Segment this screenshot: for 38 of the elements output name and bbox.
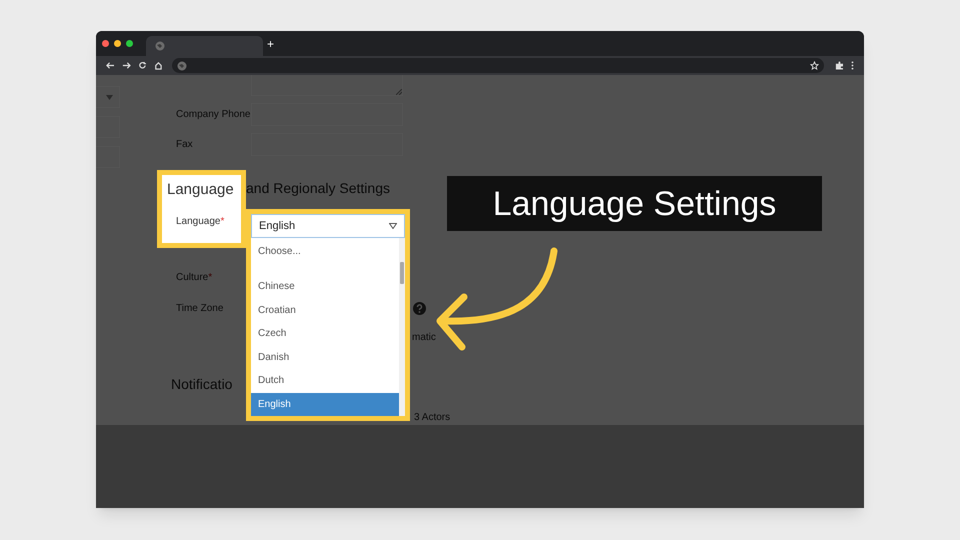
option-text: 3 Actors [414, 410, 450, 425]
required-asterisk: * [220, 215, 224, 229]
caret-icon [106, 94, 113, 100]
field-label: Time Zone [176, 302, 224, 316]
field-label: Culture [176, 271, 208, 286]
dropdown-option[interactable]: Croatian [251, 298, 399, 322]
field-label: Language [176, 215, 220, 229]
input-field[interactable] [96, 116, 120, 138]
star-icon[interactable] [810, 61, 820, 70]
caret-icon [389, 222, 397, 229]
scrollbar[interactable] [399, 238, 405, 416]
home-icon[interactable] [154, 61, 163, 70]
field-label: Company Phone [176, 108, 251, 122]
globe-icon [155, 41, 165, 51]
globe-icon [176, 60, 187, 70]
back-icon[interactable] [106, 61, 115, 70]
section-heading: Language [167, 180, 234, 200]
new-tab-button[interactable]: + [267, 38, 274, 50]
dropdown-option[interactable]: English [251, 392, 399, 416]
section-heading: Notificatio [171, 374, 232, 394]
input-field[interactable] [96, 146, 120, 168]
field-label: Fax [176, 138, 194, 152]
dropdown-option[interactable]: Czech [251, 322, 399, 346]
callout-title: Language Settings [492, 186, 776, 220]
dropdown-option[interactable]: Chinese [251, 275, 399, 298]
resize-grip-icon [396, 89, 402, 95]
dropdown-option[interactable]: Dutch [251, 369, 399, 392]
dropdown-option[interactable]: Danish [251, 346, 399, 369]
dropdown-field[interactable] [96, 86, 120, 108]
menu-icon[interactable] [851, 61, 854, 70]
required-asterisk: * [208, 271, 212, 286]
language-select[interactable]: English [251, 214, 405, 238]
section-heading: and Regionaly Settings [246, 179, 390, 198]
option-text: matic [412, 330, 436, 345]
puzzle-icon[interactable] [835, 61, 844, 70]
forward-icon[interactable] [122, 61, 131, 70]
reload-icon[interactable] [138, 61, 147, 70]
dropdown-option[interactable]: Choose... [251, 240, 399, 263]
